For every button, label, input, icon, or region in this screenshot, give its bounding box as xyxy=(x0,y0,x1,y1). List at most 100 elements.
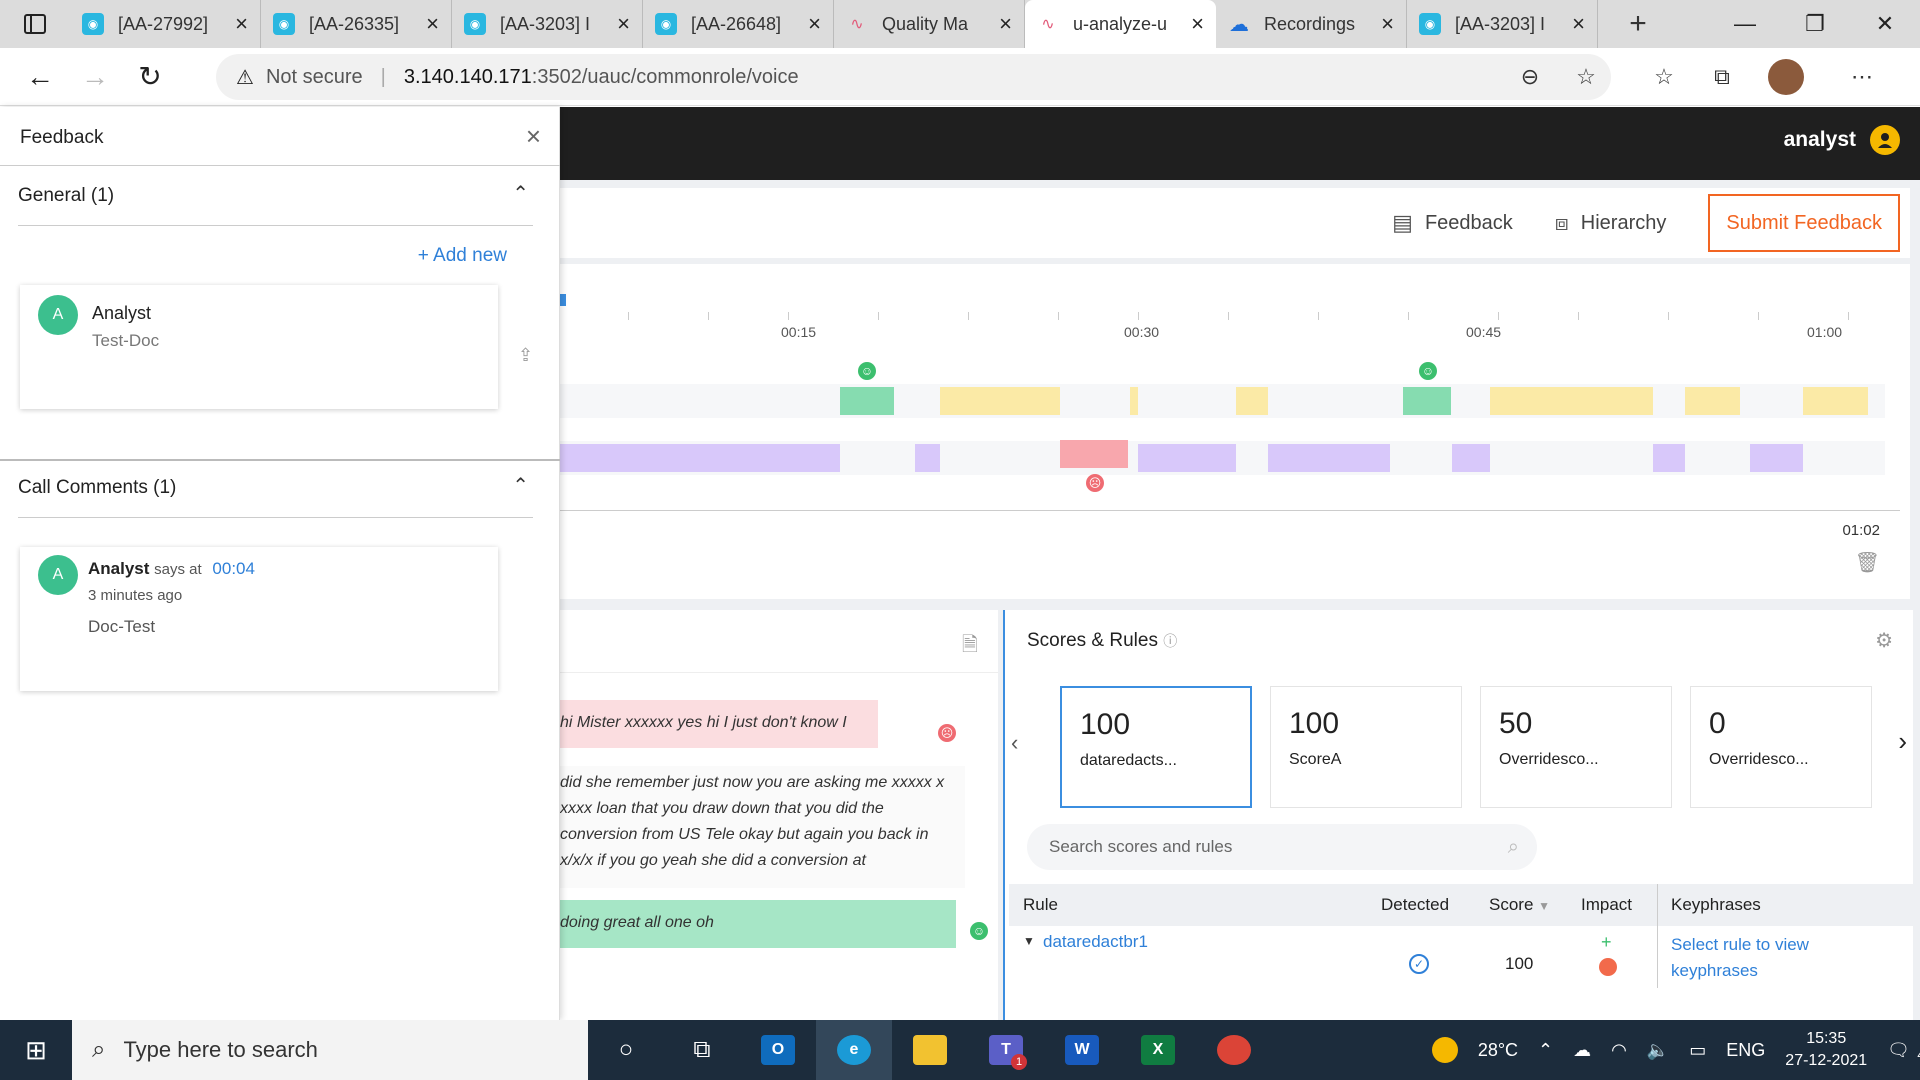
browser-tab-4[interactable]: ◉ [AA-26648] × xyxy=(643,0,834,48)
restore-icon[interactable]: ❐ xyxy=(1780,0,1850,48)
chrome-icon[interactable] xyxy=(1196,1020,1272,1080)
teams-icon[interactable]: T1 xyxy=(968,1020,1044,1080)
wifi-icon[interactable]: ◠ xyxy=(1611,1040,1627,1061)
new-tab-icon[interactable]: + xyxy=(1618,7,1658,41)
browser-tab-6[interactable]: ∿ u-analyze-u × xyxy=(1025,0,1216,48)
speech-segment[interactable] xyxy=(1750,444,1803,472)
volume-icon[interactable]: 🔈 xyxy=(1647,1040,1669,1061)
taskbar-search-input[interactable]: ⌕ Type here to search xyxy=(72,1020,588,1080)
speech-segment[interactable] xyxy=(1685,387,1740,415)
favorites-icon[interactable]: ☆ xyxy=(1636,64,1692,90)
close-tab-icon[interactable]: × xyxy=(426,11,439,37)
submit-feedback-button[interactable]: Submit Feedback xyxy=(1708,194,1900,252)
share-icon[interactable]: ⇪ xyxy=(518,345,533,366)
battery-icon[interactable]: ▭ xyxy=(1689,1040,1706,1061)
notification-icon[interactable]: 🗨4 xyxy=(1887,1040,1920,1062)
playhead[interactable] xyxy=(560,294,566,306)
weather-icon[interactable] xyxy=(1431,1037,1458,1063)
close-tab-icon[interactable]: × xyxy=(1381,11,1394,37)
speech-segment[interactable] xyxy=(1452,444,1490,472)
speech-segment[interactable] xyxy=(1803,387,1868,415)
browser-tab-1[interactable]: ◉ [AA-27992] × xyxy=(70,0,261,48)
close-tab-icon[interactable]: × xyxy=(1191,11,1204,37)
transcript-bubble[interactable]: did she remember just now you are asking… xyxy=(560,766,965,888)
speech-segment[interactable] xyxy=(1490,387,1653,415)
speech-segment[interactable] xyxy=(1130,387,1138,415)
speech-segment[interactable] xyxy=(1653,444,1685,472)
back-icon[interactable]: ← xyxy=(15,52,65,102)
positive-segment[interactable] xyxy=(1403,387,1451,415)
positive-segment[interactable] xyxy=(840,387,894,415)
plus-icon[interactable]: + xyxy=(1601,932,1612,953)
add-new-link[interactable]: + Add new xyxy=(418,245,507,267)
col-score[interactable]: Score ▼ xyxy=(1489,895,1550,915)
user-menu[interactable]: analyst xyxy=(1784,125,1900,155)
chevron-up-icon[interactable]: ⌃ xyxy=(512,181,529,206)
browser-tab-5[interactable]: ∿ Quality Ma × xyxy=(834,0,1025,48)
chevron-left-icon[interactable]: ‹ xyxy=(1011,730,1018,756)
call-timeline[interactable]: 00:15 00:30 00:45 01:00 ☺ ☺ ☹ 01:02 🗑 xyxy=(560,264,1910,599)
minimize-icon[interactable]: — xyxy=(1710,0,1780,48)
url-field[interactable]: ⚠ Not secure | 3.140.140.171 :3502/uauc/… xyxy=(216,54,1611,100)
score-card[interactable]: 50 Overridesco... xyxy=(1480,686,1672,808)
transcript-bubble[interactable]: hi Mister xxxxxx yes hi I just don't kno… xyxy=(560,700,878,748)
word-icon[interactable]: W xyxy=(1044,1020,1120,1080)
favorite-add-icon[interactable]: ☆ xyxy=(1558,64,1614,90)
close-icon[interactable]: × xyxy=(526,121,541,152)
speech-segment[interactable] xyxy=(1268,444,1390,472)
keyphrases-link[interactable]: Select rule to view keyphrases xyxy=(1671,932,1891,984)
excel-icon[interactable]: X xyxy=(1120,1020,1196,1080)
close-tab-icon[interactable]: × xyxy=(235,11,248,37)
task-view-icon[interactable]: ⧉ xyxy=(664,1020,740,1080)
document-icon[interactable]: 🗎 xyxy=(962,630,978,664)
file-explorer-icon[interactable] xyxy=(892,1020,968,1080)
zoom-icon[interactable]: ⊖ xyxy=(1502,64,1558,90)
chevron-up-icon[interactable]: ⌃ xyxy=(1538,1040,1553,1061)
negative-segment[interactable] xyxy=(1060,440,1128,468)
close-tab-icon[interactable]: × xyxy=(999,11,1012,37)
search-input[interactable]: Search scores and rules ⌕ xyxy=(1027,824,1537,870)
onedrive-icon[interactable]: ☁ xyxy=(1573,1040,1591,1061)
browser-tab-7[interactable]: ☁ Recordings × xyxy=(1216,0,1407,48)
chevron-up-icon[interactable]: ⌃ xyxy=(512,473,529,498)
score-card[interactable]: 100 ScoreA xyxy=(1270,686,1462,808)
refresh-icon[interactable]: ↻ xyxy=(125,52,175,102)
chevron-right-icon[interactable]: › xyxy=(1898,726,1907,757)
edge-icon[interactable]: e xyxy=(816,1020,892,1080)
more-icon[interactable]: ⋯ xyxy=(1834,64,1890,90)
settings-icon[interactable]: ⚙ xyxy=(1875,628,1893,653)
collections-icon[interactable]: ⧉ xyxy=(1694,64,1750,90)
avatar[interactable] xyxy=(1758,59,1814,95)
call-comment-card[interactable]: A Analyst says at 00:04 3 minutes ago Do… xyxy=(20,547,498,691)
weather-temp[interactable]: 28°C xyxy=(1478,1040,1518,1061)
browser-tab-2[interactable]: ◉ [AA-26335] × xyxy=(261,0,452,48)
speech-segment[interactable] xyxy=(1138,444,1236,472)
general-section-header[interactable]: General (1) xyxy=(18,185,114,207)
speech-segment[interactable] xyxy=(915,444,940,472)
browser-tab-8[interactable]: ◉ [AA-3203] I × xyxy=(1407,0,1598,48)
outlook-icon[interactable]: O xyxy=(740,1020,816,1080)
cortana-icon[interactable]: ○ xyxy=(588,1020,664,1080)
language-indicator[interactable]: ENG xyxy=(1726,1040,1765,1061)
browser-tab-3[interactable]: ◉ [AA-3203] I × xyxy=(452,0,643,48)
info-icon[interactable]: ⓘ xyxy=(1163,633,1177,649)
transcript-bubble[interactable]: doing great all one oh xyxy=(560,900,956,948)
speech-segment[interactable] xyxy=(940,387,1060,415)
security-label[interactable]: Not secure xyxy=(266,66,363,89)
table-row[interactable]: ▼ dataredactbr1 ✓ 100 + Select rule to v… xyxy=(1009,918,1913,1020)
close-window-icon[interactable]: ✕ xyxy=(1850,0,1920,48)
clock[interactable]: 15:35 27-12-2021 xyxy=(1785,1028,1867,1072)
tab-actions-icon[interactable] xyxy=(0,0,70,48)
score-card[interactable]: 100 dataredacts... xyxy=(1060,686,1252,808)
comment-timestamp-link[interactable]: 00:04 xyxy=(212,559,255,578)
close-tab-icon[interactable]: × xyxy=(1572,11,1585,37)
score-card[interactable]: 0 Overridesco... xyxy=(1690,686,1872,808)
speech-segment[interactable] xyxy=(560,444,840,472)
rule-link[interactable]: dataredactbr1 xyxy=(1043,932,1148,952)
close-tab-icon[interactable]: × xyxy=(617,11,630,37)
windows-start-icon[interactable]: ⊞ xyxy=(0,1020,72,1080)
trash-icon[interactable]: 🗑 xyxy=(1855,550,1880,575)
speech-segment[interactable] xyxy=(1236,387,1268,415)
caret-down-icon[interactable]: ▼ xyxy=(1023,934,1035,948)
close-tab-icon[interactable]: × xyxy=(808,11,821,37)
